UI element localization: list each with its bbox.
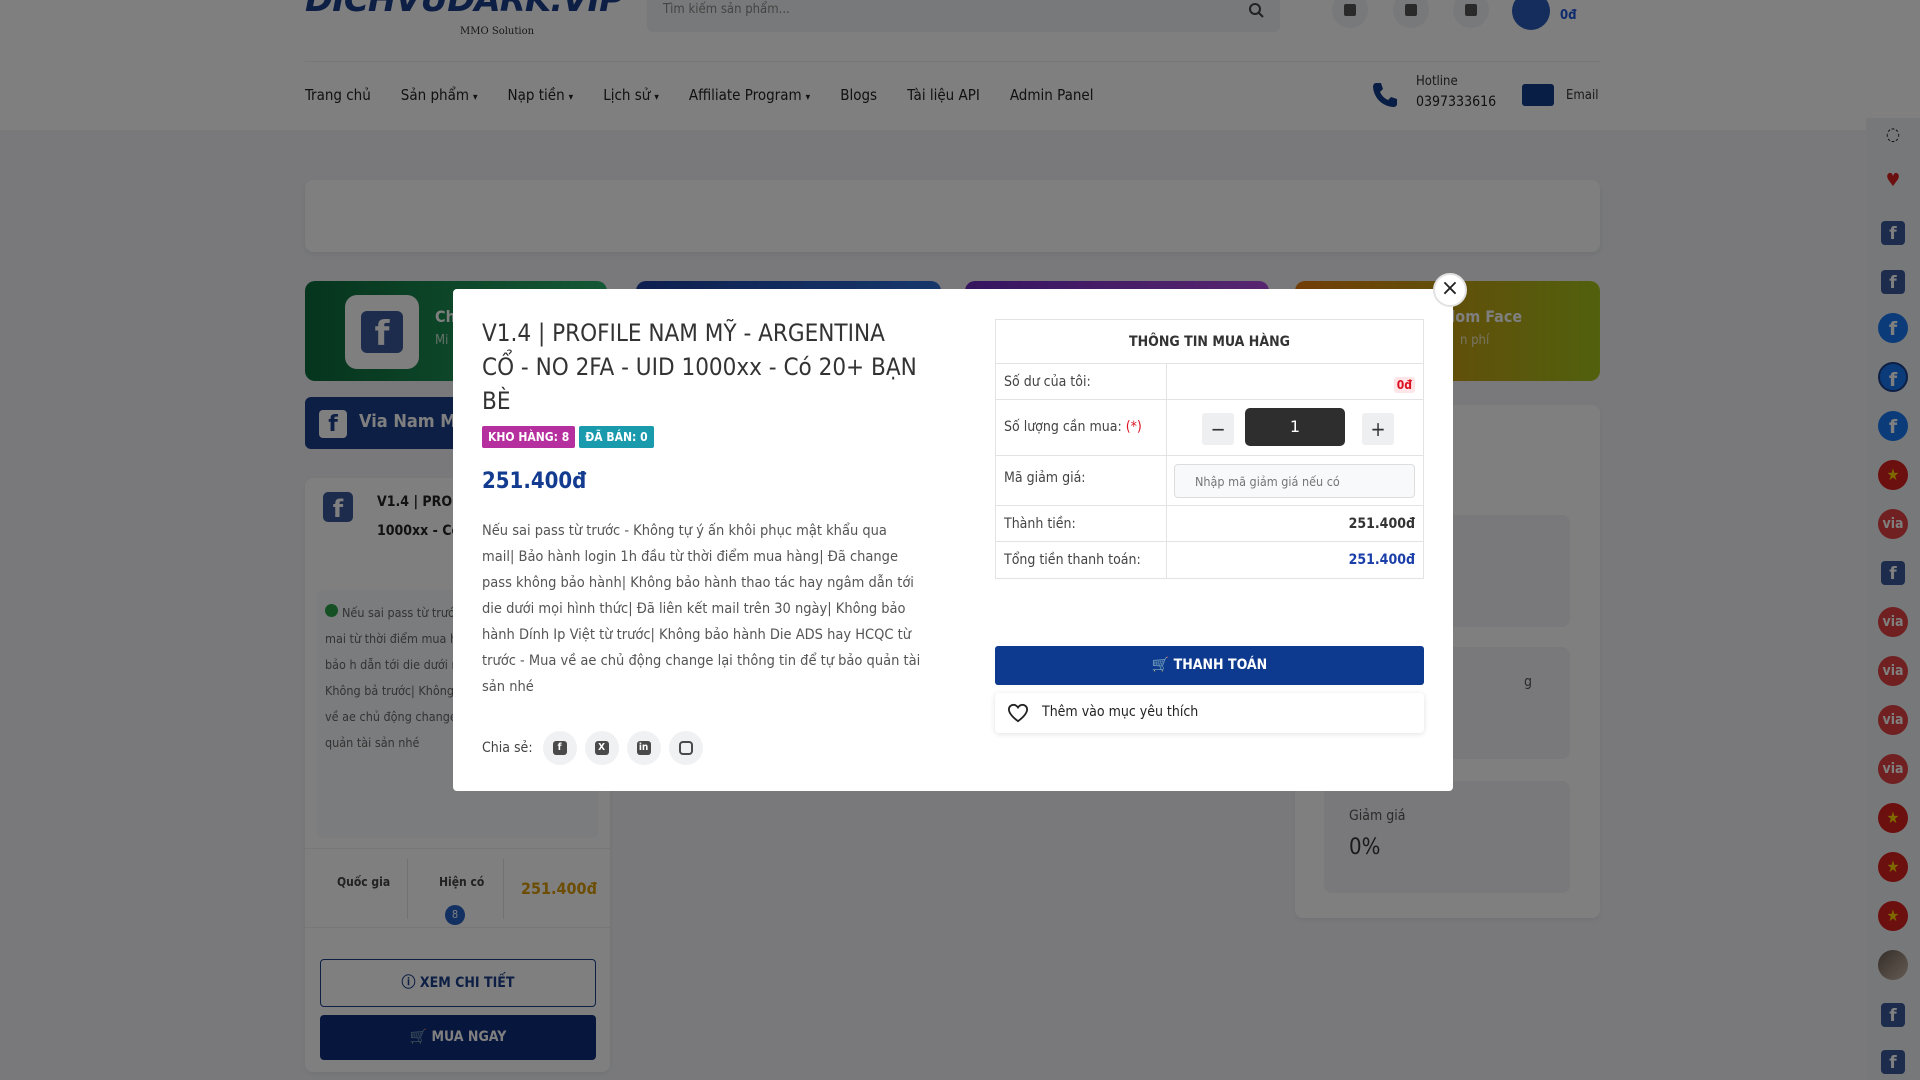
x-twitter-icon[interactable]: X: [584, 731, 619, 765]
purchase-modal: V1.4 | PROFILE NAM MỸ - ARGENTINA CỔ - N…: [453, 289, 1453, 791]
linkedin-icon[interactable]: in: [626, 731, 661, 765]
close-icon[interactable]: ×: [1433, 273, 1467, 307]
share-row: Chia sẻ: f X in: [482, 731, 703, 765]
modal-description: Nếu sai pass từ trước - Không tự ý ấn kh…: [482, 523, 921, 695]
table-row: Thành tiền: 251.400đ: [996, 506, 1423, 542]
quantity-increase-button[interactable]: +: [1362, 413, 1394, 445]
cell-divider: [1166, 506, 1167, 541]
cell-divider: [1166, 400, 1167, 455]
table-row: Tổng tiền thanh toán: 251.400đ: [996, 542, 1423, 578]
stock-badge: KHO HÀNG: 8: [482, 426, 576, 448]
subtotal-label: Thành tiền:: [1004, 516, 1076, 532]
total-value: 251.400đ: [1348, 552, 1415, 568]
cell-divider: [1166, 542, 1167, 578]
coupon-input[interactable]: [1174, 464, 1415, 498]
cell-divider: [1166, 364, 1167, 399]
modal-price: 251.400đ: [482, 469, 587, 494]
sold-badge: ĐÃ BÁN: 0: [579, 426, 654, 448]
cell-divider: [1166, 456, 1167, 505]
wishlist-label: Thêm vào mục yêu thích: [1042, 704, 1199, 720]
checkout-button[interactable]: 🛒 THANH TOÁN: [995, 646, 1424, 685]
add-to-wishlist-button[interactable]: Thêm vào mục yêu thích: [995, 693, 1424, 733]
quantity-label: Số lượng cần mua: (*): [1004, 419, 1142, 435]
balance-label: Số dư của tôi:: [1004, 374, 1091, 390]
balance-value: 0đ: [1393, 377, 1415, 393]
instagram-icon[interactable]: [668, 731, 703, 765]
quantity-input[interactable]: 1: [1245, 408, 1345, 446]
table-row: Số lượng cần mua: (*) − 1 +: [996, 400, 1423, 456]
purchase-info-table: THÔNG TIN MUA HÀNG Số dư của tôi: 0đ Số …: [995, 319, 1424, 579]
table-row: Mã giảm giá:: [996, 456, 1423, 506]
share-label: Chia sẻ:: [482, 740, 533, 756]
modal-product-title: V1.4 | PROFILE NAM MỸ - ARGENTINA CỔ - N…: [482, 319, 917, 415]
quantity-decrease-button[interactable]: −: [1202, 413, 1234, 445]
total-label: Tổng tiền thanh toán:: [1004, 552, 1141, 568]
coupon-label: Mã giảm giá:: [1004, 470, 1086, 486]
subtotal-value: 251.400đ: [1348, 516, 1415, 532]
facebook-icon[interactable]: f: [542, 731, 577, 765]
badge-group: KHO HÀNG: 8 ĐÃ BÁN: 0: [482, 426, 654, 448]
purchase-info-heading: THÔNG TIN MUA HÀNG: [996, 320, 1423, 364]
cart-icon: 🛒: [1151, 657, 1170, 673]
heart-icon: [1007, 703, 1029, 723]
table-row: Số dư của tôi: 0đ: [996, 364, 1423, 400]
